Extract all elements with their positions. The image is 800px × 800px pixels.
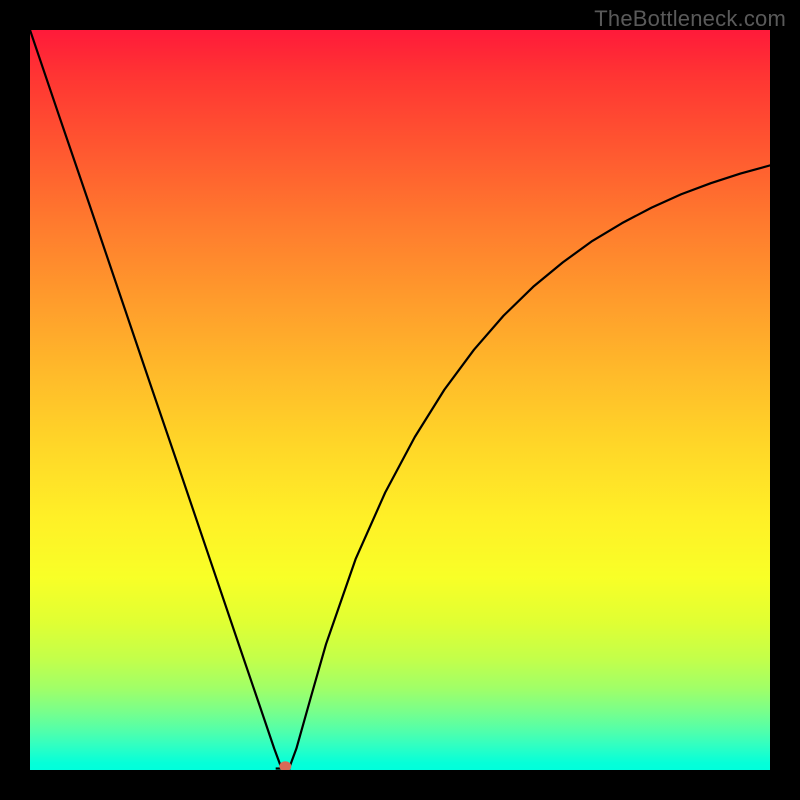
chart-frame: TheBottleneck.com [0, 0, 800, 800]
bottleneck-curve-svg [30, 30, 770, 770]
bottleneck-curve-path [30, 30, 770, 769]
watermark-text: TheBottleneck.com [594, 6, 786, 32]
plot-area [30, 30, 770, 770]
minimum-marker-dot [279, 761, 291, 770]
